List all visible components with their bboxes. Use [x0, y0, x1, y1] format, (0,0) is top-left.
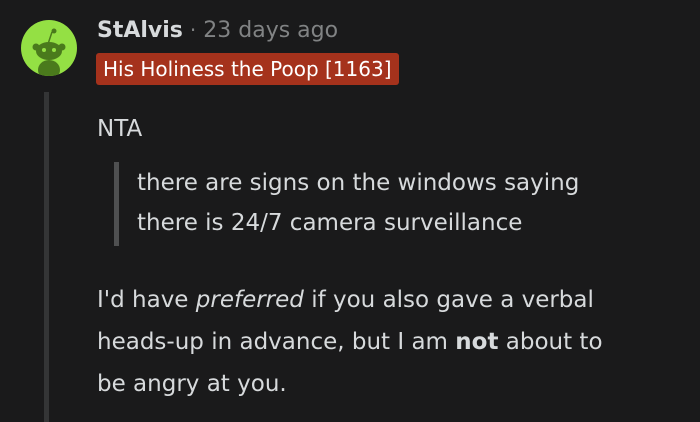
paragraph-line: I'd have preferred if you also gave a ve…: [97, 279, 603, 321]
blockquote-line: there are signs on the windows saying: [137, 170, 580, 196]
italic-text: preferred: [195, 287, 304, 313]
user-avatar[interactable]: [21, 20, 77, 76]
comment-meta: StAlvis · 23 days ago: [97, 13, 338, 47]
text-segment: I'd have: [97, 287, 196, 313]
snoo-avatar-icon: [32, 28, 66, 76]
blockquote: there are signs on the windows saying th…: [137, 163, 579, 243]
user-flair-badge: His Holiness the Poop [1163]: [96, 53, 399, 85]
blockquote-line: there is 24/7 camera surveillance: [137, 210, 523, 236]
meta-separator: ·: [189, 18, 197, 42]
thread-collapse-line[interactable]: [44, 92, 49, 422]
text-segment: about to: [498, 329, 603, 355]
paragraph-line: heads-up in advance, but I am not about …: [97, 321, 603, 363]
comment-timestamp[interactable]: 23 days ago: [203, 18, 338, 43]
paragraph-line: be angry at you.: [97, 371, 287, 397]
blockquote-bar: [114, 162, 119, 246]
text-segment: if you also gave a verbal: [303, 287, 594, 313]
comment: StAlvis · 23 days ago His Holiness the P…: [0, 0, 700, 422]
text-segment: heads-up in advance, but I am: [97, 329, 456, 355]
username-link[interactable]: StAlvis: [97, 18, 183, 43]
comment-verdict: NTA: [97, 116, 143, 142]
comment-paragraph: I'd have preferred if you also gave a ve…: [97, 279, 603, 405]
bold-text: not: [455, 329, 499, 355]
